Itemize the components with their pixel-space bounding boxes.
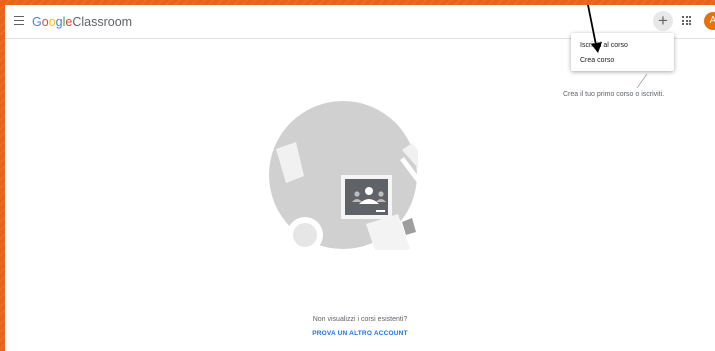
annotation-arrow xyxy=(587,5,602,53)
classroom-page: GoogleClassroom + A Iscriviti al corso C… xyxy=(5,5,715,351)
